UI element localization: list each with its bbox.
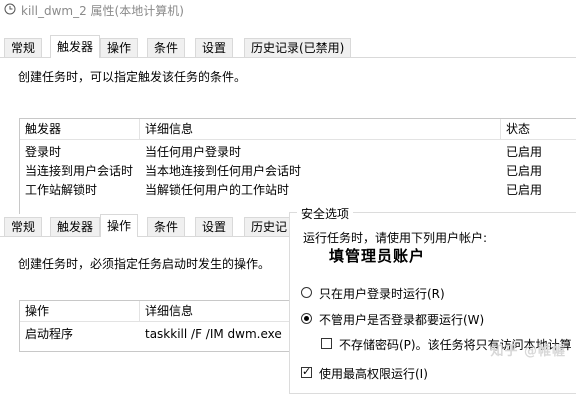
window-title-bar: kill_dwm_2 属性(本地计算机) xyxy=(0,0,576,20)
radio-logged-on[interactable] xyxy=(301,287,312,298)
actions-panel: 创建任务时，必须指定任务启动时发生的操作。 操作 详细信息 启动程序 taskk… xyxy=(0,237,310,380)
row-status: 已启用 xyxy=(506,145,543,159)
user-account: 填管理员账户 xyxy=(329,247,426,265)
row-trigger: 当连接到用户会话时 xyxy=(25,164,134,178)
actions-list[interactable]: 操作 详细信息 启动程序 taskkill /F /IM dwm.exe xyxy=(19,300,310,352)
run-highest-privileges-option[interactable]: 使用最高权限运行(I) xyxy=(301,365,571,381)
row-detail: 当解锁任何用户的工作站时 xyxy=(145,183,290,197)
table-row[interactable]: 登录时 当任何用户登录时 已启用 xyxy=(20,143,576,162)
column-header-trigger[interactable]: 触发器 xyxy=(20,119,140,139)
column-header-status[interactable]: 状态 xyxy=(501,119,576,139)
row-detail: taskkill /F /IM dwm.exe xyxy=(145,327,282,341)
column-header-detail[interactable]: 详细信息 xyxy=(140,119,501,139)
tab-history[interactable]: 历史记录(已禁用) xyxy=(244,38,352,57)
option-label: 只在用户登录时运行(R) xyxy=(319,287,445,301)
tab-strip-top: 常规 触发器 操作 条件 设置 历史记录(已禁用) xyxy=(0,35,576,58)
actions-hint: 创建任务时，必须指定任务启动时发生的操作。 xyxy=(18,257,271,271)
row-trigger: 工作站解锁时 xyxy=(25,183,98,197)
tab-settings[interactable]: 设置 xyxy=(195,217,234,236)
actions-list-header: 操作 详细信息 xyxy=(20,301,310,322)
tab-history[interactable]: 历史记 xyxy=(244,217,295,236)
row-status: 已启用 xyxy=(506,164,543,178)
checkbox-highest-privileges[interactable] xyxy=(301,365,312,378)
row-detail: 当本地连接到任何用户会话时 xyxy=(145,164,302,178)
table-row[interactable]: 启动程序 taskkill /F /IM dwm.exe xyxy=(20,325,310,344)
row-detail: 当任何用户登录时 xyxy=(145,145,242,159)
option-label: 不管用户是否登录都要运行(W) xyxy=(319,313,485,327)
triggers-list-header: 触发器 详细信息 状态 xyxy=(20,119,576,140)
window-title: kill_dwm_2 属性(本地计算机) xyxy=(21,4,184,18)
tab-general[interactable]: 常规 xyxy=(4,217,43,236)
tab-actions[interactable]: 操作 xyxy=(100,214,139,237)
run-always-option[interactable]: 不管用户是否登录都要运行(W) xyxy=(301,311,571,327)
tab-triggers[interactable]: 触发器 xyxy=(50,35,101,58)
table-row[interactable]: 工作站解锁时 当解锁任何用户的工作站时 已启用 xyxy=(20,181,576,200)
tab-triggers[interactable]: 触发器 xyxy=(50,217,101,236)
option-label: 使用最高权限运行(I) xyxy=(319,367,428,381)
tab-actions[interactable]: 操作 xyxy=(100,38,139,57)
row-status: 已启用 xyxy=(506,183,543,197)
watermark: 知乎 @帷幄 xyxy=(490,344,566,359)
tab-settings[interactable]: 设置 xyxy=(195,38,234,57)
security-group-title: 安全选项 xyxy=(297,205,354,222)
run-only-logged-on-option[interactable]: 只在用户登录时运行(R) xyxy=(301,285,571,301)
tab-strip-bottom: 常规 触发器 操作 条件 设置 历史记 xyxy=(0,214,295,237)
tab-conditions[interactable]: 条件 xyxy=(147,217,186,236)
column-header-detail[interactable]: 详细信息 xyxy=(140,301,310,321)
row-action: 启动程序 xyxy=(25,327,74,341)
checkbox-no-password[interactable] xyxy=(321,338,332,349)
radio-always[interactable] xyxy=(301,313,312,324)
column-header-action[interactable]: 操作 xyxy=(20,301,140,321)
run-as-prompt: 运行任务时，请使用下列用户帐户: xyxy=(303,231,488,245)
tab-general[interactable]: 常规 xyxy=(4,38,43,57)
triggers-hint: 创建任务时，可以指定触发该任务的条件。 xyxy=(18,70,247,84)
table-row[interactable]: 当连接到用户会话时 当本地连接到任何用户会话时 已启用 xyxy=(20,162,576,181)
row-trigger: 登录时 xyxy=(25,145,62,159)
tab-conditions[interactable]: 条件 xyxy=(147,38,186,57)
triggers-panel: 创建任务时，可以指定触发该任务的条件。 触发器 详细信息 状态 登录时 当任何用… xyxy=(0,58,576,215)
clock-icon xyxy=(4,3,16,15)
triggers-list[interactable]: 触发器 详细信息 状态 登录时 当任何用户登录时 已启用 当连接到用户会话时 当… xyxy=(19,118,576,215)
